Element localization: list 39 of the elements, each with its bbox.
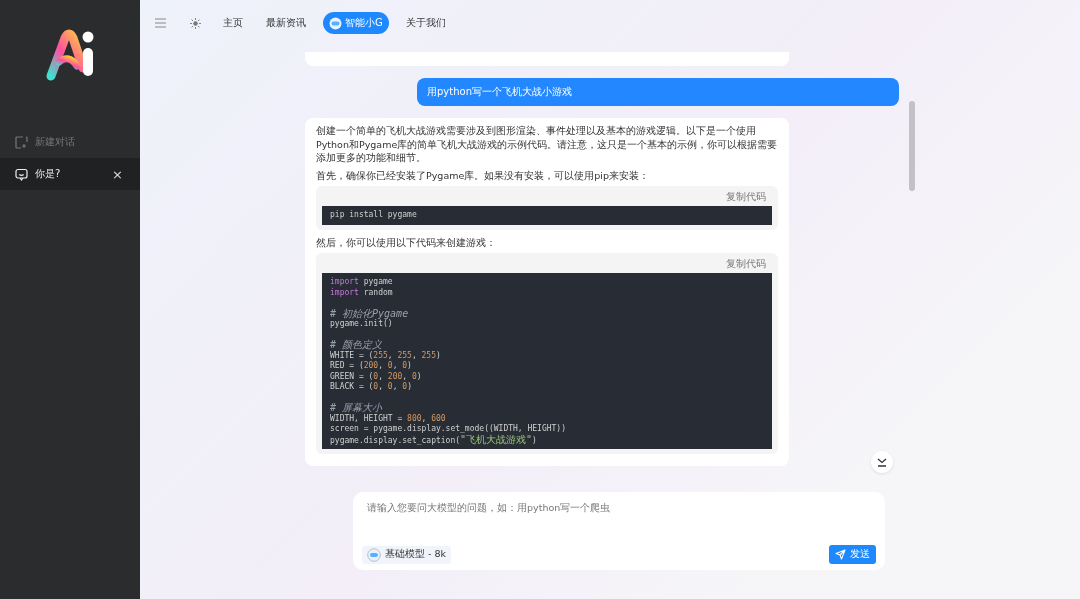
conversation-title: 你是? [35,167,62,181]
code-line: import random [330,287,394,298]
copy-code-link[interactable]: 复制代码 [726,190,766,204]
sun-icon[interactable] [190,17,201,29]
code-line: pygame.init() [330,319,393,330]
scroll-down-button[interactable] [871,451,893,473]
close-button[interactable]: × [112,166,123,182]
code-line: pip install pygame [330,210,418,221]
code-line: screen = pygame.display.set_mode((WIDTH, HEIGHT)) [330,424,567,434]
send-icon [835,549,846,560]
arrow-down-icon [877,457,887,467]
code-line: GREEN = (0, 200, 0) [330,371,423,382]
nav-tab[interactable]: 最新资讯 [260,12,312,34]
conversation-title: 新建对话 [35,135,76,149]
code-line: # 初始化Pygame [330,308,410,319]
question-input[interactable]: 请输入您要问大模型的问题，如：用python写一个爬虫 [362,500,876,515]
nav-tab[interactable]: 主页 [217,12,249,34]
nav-tab[interactable]: 关于我们 [399,12,452,34]
scrollbar-thumb[interactable] [909,101,915,191]
answer-paragraph: 然后，你可以使用以下代码来创建游戏： [316,235,497,249]
logo-icon [45,28,95,82]
code-line: import pygame [330,277,394,288]
code-line: # 颜色定义 [330,340,384,351]
sidebar-item[interactable]: 你是? × [0,158,140,190]
chat-bubble-icon [15,167,28,181]
robot-icon [367,547,381,562]
new-chat-icon [15,135,28,149]
code-line: # 屏幕大小 [330,403,384,414]
user-message: 用python写一个飞机大战小游戏 [417,78,899,106]
code-line: RED = (200, 0, 0) [330,361,413,372]
code-line: WHITE = (255, 255, 255) [330,350,442,361]
answer-paragraph: 首先，确保你已经安装了Pygame库。如果没有安装，可以使用pip来安装： [316,168,650,182]
model-selector[interactable]: 基础模型 - 8k [362,545,451,564]
code-line: BLACK = (0, 0, 0) [330,382,413,393]
code-line: WIDTH, HEIGHT = 800, 600 [330,413,447,424]
answer-paragraph: 创建一个简单的飞机大战游戏需要涉及到图形渲染、事件处理以及基本的游戏逻辑。以下是一个使用Python和Pygame库的简单飞机大战游戏的示例代码。请注意，这只是一个基本的示例，你可以根据需要添加更多的功能和细节。 [316,124,778,165]
copy-code-link[interactable]: 复制代码 [726,257,766,271]
robot-icon [329,16,342,30]
code-line: pygame.display.set_caption("飞机大战游戏") [330,434,538,445]
